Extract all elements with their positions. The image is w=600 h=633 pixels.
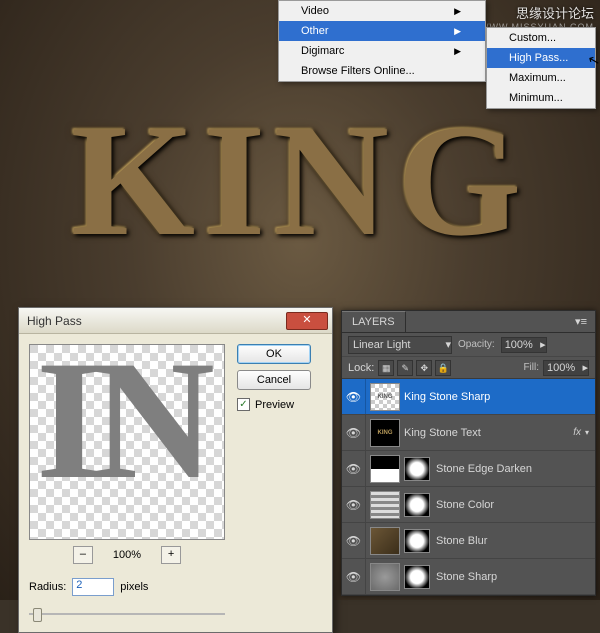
zoom-in-button[interactable]: + [161, 546, 181, 564]
tab-layers[interactable]: LAYERS [342, 311, 406, 332]
chevron-right-icon: ▶ [454, 46, 461, 57]
preview-content: IN [30, 345, 224, 539]
visibility-toggle[interactable]: 👁 [342, 487, 366, 522]
layer-mask-thumbnail[interactable] [404, 565, 430, 589]
visibility-toggle[interactable]: 👁 [342, 523, 366, 558]
chevron-right-icon: ▶ [454, 26, 461, 37]
zoom-percent: 100% [113, 549, 141, 561]
radius-label: Radius: [29, 581, 66, 593]
layers-panel: LAYERS ▾≡ Linear Light▾ Opacity: 100%▸ L… [341, 310, 596, 596]
layer-item[interactable]: 👁 King Stone Sharp [342, 379, 595, 415]
visibility-toggle[interactable]: 👁 [342, 415, 366, 450]
radius-unit: pixels [120, 581, 148, 593]
layer-list: 👁 King Stone Sharp 👁 King Stone Text fx ▾… [342, 379, 595, 595]
layer-name[interactable]: King Stone Sharp [404, 391, 589, 403]
layer-item[interactable]: 👁 King Stone Text fx ▾ [342, 415, 595, 451]
dialog-titlebar[interactable]: High Pass ✕ [19, 308, 332, 334]
zoom-out-button[interactable]: – [73, 546, 93, 564]
layer-name[interactable]: Stone Sharp [436, 571, 589, 583]
ok-button[interactable]: OK [237, 344, 311, 364]
preview-checkbox[interactable]: ✓ [237, 398, 250, 411]
layer-item[interactable]: 👁 Stone Edge Darken [342, 451, 595, 487]
menu-item-maximum[interactable]: Maximum... [487, 68, 595, 88]
lock-label: Lock: [348, 362, 374, 374]
chevron-down-icon[interactable]: ▾ [585, 428, 589, 437]
layer-thumbnail[interactable] [370, 383, 400, 411]
layer-item[interactable]: 👁 Stone Color [342, 487, 595, 523]
menu-item-video[interactable]: Video▶ [279, 1, 485, 21]
blend-mode-select[interactable]: Linear Light▾ [348, 336, 452, 354]
layer-thumbnail[interactable] [370, 491, 400, 519]
filter-submenu: Video▶ Other▶ Digimarc▶ Browse Filters O… [278, 0, 486, 82]
menu-item-other[interactable]: Other▶ [279, 21, 485, 41]
canvas-text: KING [0, 100, 600, 260]
menu-item-high-pass[interactable]: High Pass... [487, 48, 595, 68]
layer-name[interactable]: King Stone Text [404, 427, 573, 439]
lock-position-icon[interactable]: ✥ [416, 360, 432, 376]
layer-item[interactable]: 👁 Stone Sharp [342, 559, 595, 595]
lock-pixels-icon[interactable]: ✎ [397, 360, 413, 376]
close-button[interactable]: ✕ [286, 312, 328, 330]
layer-item[interactable]: 👁 Stone Blur [342, 523, 595, 559]
other-submenu: Custom... High Pass... Maximum... Minimu… [486, 27, 596, 109]
preview-label: Preview [255, 399, 294, 411]
menu-item-browse-filters[interactable]: Browse Filters Online... [279, 61, 485, 81]
fill-label: Fill: [523, 362, 539, 373]
fill-input[interactable]: 100%▸ [543, 360, 589, 376]
dialog-title: High Pass [27, 314, 82, 328]
watermark-text: 思缘设计论坛 [516, 3, 594, 22]
layer-mask-thumbnail[interactable] [404, 457, 430, 481]
slider-track [29, 613, 225, 615]
layer-thumbnail[interactable] [370, 455, 400, 483]
chevron-right-icon: ▶ [454, 6, 461, 17]
visibility-toggle[interactable]: 👁 [342, 451, 366, 486]
layer-thumbnail[interactable] [370, 563, 400, 591]
lock-all-icon[interactable]: 🔒 [435, 360, 451, 376]
cancel-button[interactable]: Cancel [237, 370, 311, 390]
layer-name[interactable]: Stone Blur [436, 535, 589, 547]
high-pass-dialog: High Pass ✕ IN – 100% + Radius: 2 pixels [18, 307, 333, 633]
layer-mask-thumbnail[interactable] [404, 529, 430, 553]
slider-thumb[interactable] [33, 608, 42, 622]
radius-input[interactable]: 2 [72, 578, 114, 596]
menu-item-custom[interactable]: Custom... [487, 28, 595, 48]
radius-slider[interactable] [29, 606, 225, 622]
menu-item-digimarc[interactable]: Digimarc▶ [279, 41, 485, 61]
visibility-toggle[interactable]: 👁 [342, 379, 366, 414]
chevron-down-icon: ▾ [445, 338, 451, 351]
fx-badge[interactable]: fx [573, 427, 581, 438]
layer-thumbnail[interactable] [370, 419, 400, 447]
layer-name[interactable]: Stone Color [436, 499, 589, 511]
visibility-toggle[interactable]: 👁 [342, 559, 366, 594]
layer-name[interactable]: Stone Edge Darken [436, 463, 589, 475]
preview-area[interactable]: IN [29, 344, 225, 540]
layer-thumbnail[interactable] [370, 527, 400, 555]
menu-item-minimum[interactable]: Minimum... [487, 88, 595, 108]
panel-menu-icon[interactable]: ▾≡ [567, 315, 595, 328]
layer-mask-thumbnail[interactable] [404, 493, 430, 517]
opacity-label: Opacity: [458, 339, 495, 350]
lock-transparency-icon[interactable]: ▦ [378, 360, 394, 376]
opacity-input[interactable]: 100%▸ [501, 337, 547, 353]
